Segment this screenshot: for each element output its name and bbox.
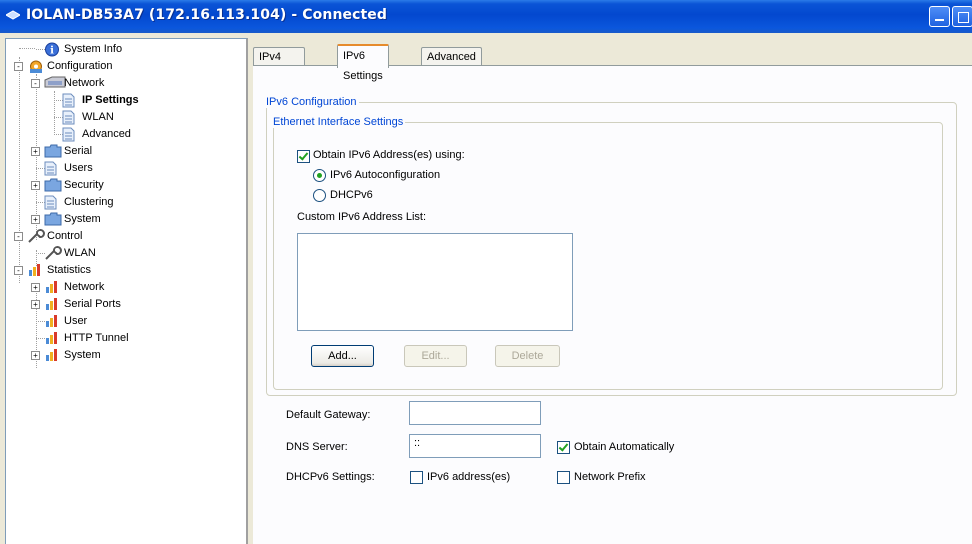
ipv6-addresses-checkbox[interactable] — [410, 471, 423, 484]
expand-icon[interactable]: + — [31, 215, 40, 224]
tree-item-statistics[interactable]: - Statistics — [6, 262, 242, 279]
ipv6-addresses-label: IPv6 address(es) — [427, 471, 511, 483]
tree-item-label: System Info — [64, 43, 123, 55]
delete-button[interactable]: Delete — [495, 345, 560, 367]
collapse-icon[interactable]: - — [31, 79, 40, 88]
expand-icon[interactable]: + — [31, 300, 40, 309]
tree-item-system[interactable]: + System — [6, 211, 242, 228]
tree-item-security[interactable]: + Security — [6, 177, 242, 194]
tree-item-users[interactable]: Users — [6, 160, 242, 177]
obtain-automatically-label: Obtain Automatically — [574, 441, 675, 453]
tree-item-http-tunnel[interactable]: HTTP Tunnel — [6, 330, 242, 347]
tree-item-label: Control — [47, 230, 83, 242]
ipv6-autoconfiguration-label: IPv6 Autoconfiguration — [330, 169, 441, 181]
tree-item-advanced[interactable]: Advanced — [6, 126, 242, 143]
tree-item-label: Advanced — [82, 128, 131, 140]
tree-item-serial[interactable]: + Serial — [6, 143, 242, 160]
custom-ipv6-list-label: Custom IPv6 Address List: — [297, 211, 426, 223]
obtain-automatically-checkbox[interactable] — [557, 441, 570, 454]
tree-item-label: User — [64, 315, 88, 327]
dns-server-label: DNS Server: — [286, 441, 348, 453]
tree-item-label: HTTP Tunnel — [64, 332, 129, 344]
content-panel: IPv4 Settings IPv6 Settings Advanced IPv… — [249, 38, 972, 544]
collapse-icon[interactable]: - — [14, 232, 23, 241]
ipv6-settings-page: IPv6 Configuration Ethernet Interface Se… — [253, 65, 972, 544]
title-bar[interactable]: IOLAN-DB53A7 (172.16.113.104) - Connecte… — [0, 0, 972, 33]
dhcpv6-radio[interactable] — [313, 189, 326, 202]
expand-icon[interactable]: + — [31, 147, 40, 156]
tree-item-label: IP Settings — [82, 94, 139, 106]
ethernet-interface-legend: Ethernet Interface Settings — [273, 116, 404, 128]
tab-advanced[interactable]: Advanced — [421, 47, 482, 66]
tree-item-system-info[interactable]: i System Info — [6, 41, 242, 58]
svg-text:i: i — [50, 46, 54, 57]
dhcpv6-label: DHCPv6 — [330, 189, 373, 201]
collapse-icon[interactable]: - — [14, 266, 23, 275]
tree-item-label: Network — [64, 281, 105, 293]
dhcpv6-settings-label: DHCPv6 Settings: — [286, 471, 375, 483]
tree-item-control[interactable]: - Control — [6, 228, 242, 245]
tree-item-label: Configuration — [47, 60, 113, 72]
collapse-icon[interactable]: - — [14, 62, 23, 71]
window-title: IOLAN-DB53A7 (172.16.113.104) - Connecte… — [26, 7, 388, 23]
tree-item-system[interactable]: + System — [6, 347, 242, 364]
maximize-icon — [958, 12, 969, 23]
tree-item-network[interactable]: - Network — [6, 75, 242, 92]
tree-item-label: System — [64, 349, 101, 361]
expand-icon[interactable]: + — [31, 351, 40, 360]
ipv6-configuration-legend: IPv6 Configuration — [266, 96, 357, 108]
network-prefix-label: Network Prefix — [574, 471, 646, 483]
add-button[interactable]: Add... — [311, 345, 374, 367]
tree-item-ip-settings[interactable]: IP Settings — [6, 92, 242, 109]
navigation-tree[interactable]: i System Info - Configuration - Network IP Set… — [5, 38, 248, 544]
tree-item-label: System — [64, 213, 101, 225]
ipv6-autoconfiguration-radio[interactable] — [313, 169, 326, 182]
edit-button[interactable]: Edit... — [404, 345, 467, 367]
dns-server-input[interactable]: :: — [409, 434, 541, 458]
tree-item-configuration[interactable]: - Configuration — [6, 58, 242, 75]
tab-ipv4-settings[interactable]: IPv4 Settings — [253, 47, 305, 81]
obtain-ipv6-checkbox[interactable] — [297, 150, 310, 163]
tree-item-label: Clustering — [64, 196, 114, 208]
tab-ipv6-settings[interactable]: IPv6 Settings — [337, 44, 389, 82]
expand-icon[interactable]: + — [31, 283, 40, 292]
app-icon — [6, 10, 20, 20]
tree-item-wlan[interactable]: WLAN — [6, 109, 242, 126]
obtain-ipv6-label: Obtain IPv6 Address(es) using: — [313, 149, 465, 161]
tree-item-label: WLAN — [82, 111, 114, 123]
minimize-button[interactable] — [929, 6, 950, 27]
tree-item-network[interactable]: + Network — [6, 279, 242, 296]
network-prefix-checkbox[interactable] — [557, 471, 570, 484]
tree-item-label: Users — [64, 162, 93, 174]
tree-item-label: Network — [64, 77, 105, 89]
default-gateway-input[interactable] — [409, 401, 541, 425]
tree-item-user[interactable]: User — [6, 313, 242, 330]
maximize-button[interactable] — [952, 6, 972, 27]
tree-item-label: Statistics — [47, 264, 92, 276]
custom-ipv6-address-list[interactable] — [297, 233, 573, 331]
minimize-icon — [935, 12, 944, 21]
tree-item-label: Serial Ports — [64, 298, 121, 310]
tree-item-wlan[interactable]: WLAN — [6, 245, 242, 262]
default-gateway-label: Default Gateway: — [286, 409, 371, 421]
tree-item-label: WLAN — [64, 247, 96, 259]
tree-item-label: Security — [64, 179, 104, 191]
tree-item-serial-ports[interactable]: + Serial Ports — [6, 296, 242, 313]
tree-item-clustering[interactable]: Clustering — [6, 194, 242, 211]
tree-item-label: Serial — [64, 145, 93, 157]
bar-chart-icon — [44, 348, 60, 368]
expand-icon[interactable]: + — [31, 181, 40, 190]
